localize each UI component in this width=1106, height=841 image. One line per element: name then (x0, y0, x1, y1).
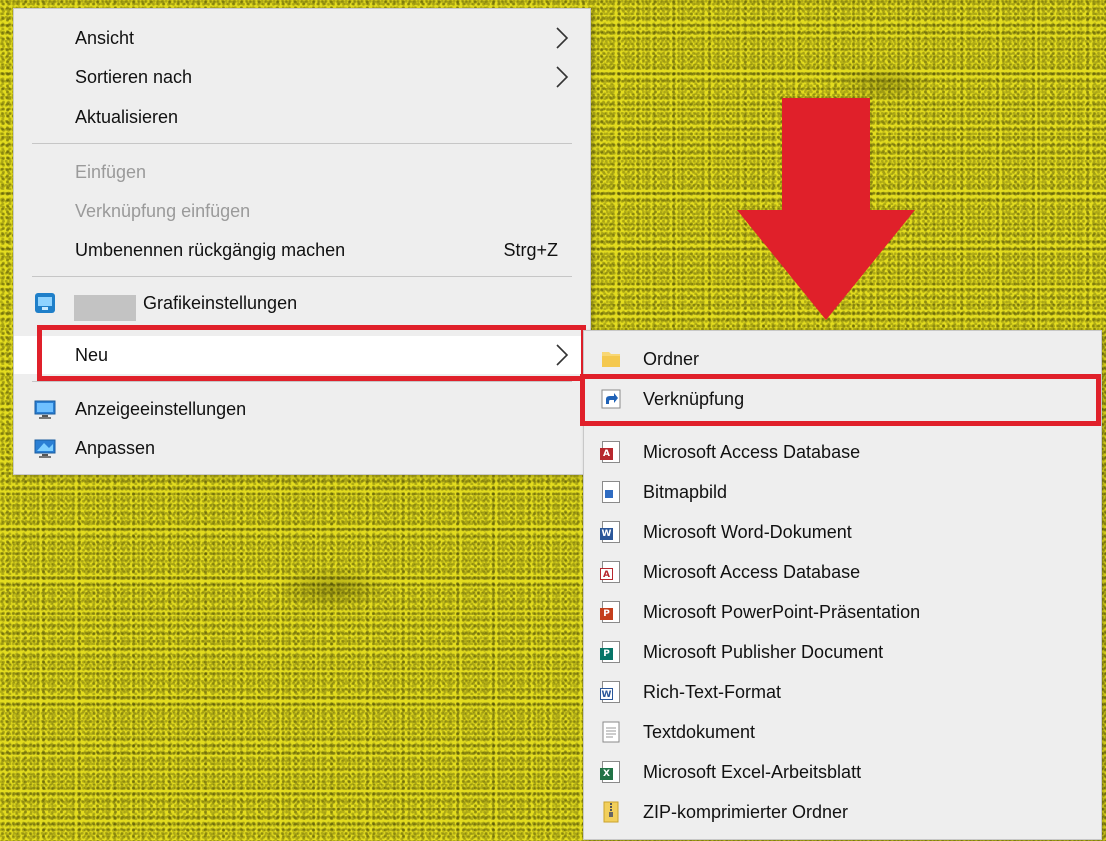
menu-item-label: Verknüpfung einfügen (75, 200, 251, 221)
submenu-item-powerpoint[interactable]: P Microsoft PowerPoint-Präsentation (584, 593, 1101, 631)
menu-item-label: ZIP-komprimierter Ordner (643, 801, 849, 822)
red-arrow-annotation (737, 98, 915, 320)
submenu-item-zip[interactable]: ZIP-komprimierter Ordner (584, 793, 1101, 831)
menu-item-label: Grafikeinstellungen (143, 292, 298, 313)
submenu-item-bitmapbild[interactable]: Bitmapbild (584, 473, 1101, 511)
submenu-item-excel[interactable]: X Microsoft Excel-Arbeitsblatt (584, 753, 1101, 791)
menu-separator (602, 425, 1083, 426)
menu-item-label: Textdokument (643, 721, 756, 742)
access-icon: A (600, 441, 622, 463)
access-icon: A (600, 561, 622, 583)
menu-item-label: Microsoft PowerPoint-Präsentation (643, 601, 921, 622)
personalize-icon (34, 439, 56, 458)
menu-item-label: Microsoft Access Database (643, 441, 861, 462)
menu-item-label: Bitmapbild (643, 481, 728, 502)
menu-item-einfuegen: Einfügen (14, 153, 590, 191)
menu-item-label: Microsoft Excel-Arbeitsblatt (643, 761, 862, 782)
menu-item-anzeigeeinstellungen[interactable]: Anzeigeeinstellungen (14, 390, 590, 428)
menu-item-label: Microsoft Access Database (643, 561, 861, 582)
chevron-right-icon (556, 27, 569, 49)
display-settings-icon (34, 400, 56, 419)
shortcut-icon (601, 389, 621, 409)
graphics-settings-icon (35, 293, 55, 313)
menu-item-anpassen[interactable]: Anpassen (14, 429, 590, 467)
menu-item-label: Ansicht (75, 27, 135, 48)
menu-item-label: Rich-Text-Format (643, 681, 782, 702)
bitmap-icon (600, 481, 622, 503)
chevron-right-icon (556, 344, 569, 366)
powerpoint-icon: P (600, 601, 622, 623)
desktop-context-menu: Ansicht Sortieren nach Aktualisieren Ein… (13, 8, 591, 475)
menu-item-label: Verknüpfung (643, 388, 745, 409)
menu-item-sortieren-nach[interactable]: Sortieren nach (14, 58, 590, 96)
menu-item-label: Microsoft Word-Dokument (643, 521, 852, 542)
zip-folder-icon (603, 801, 619, 823)
menu-item-label: Anzeigeeinstellungen (75, 398, 247, 419)
menu-item-label: Anpassen (75, 437, 156, 458)
menu-item-ansicht[interactable]: Ansicht (14, 19, 590, 57)
menu-item-umbenennen-rueckgaengig[interactable]: Umbenennen rückgängig machen Strg+Z (14, 231, 590, 269)
menu-item-shortcut: Strg+Z (503, 239, 558, 260)
chevron-right-icon (556, 66, 569, 88)
new-submenu: Ordner Verknüpfung A Microsoft Access Da… (583, 330, 1102, 840)
submenu-item-verknuepfung[interactable]: Verknüpfung (584, 380, 1101, 418)
redacted-vendor-name (74, 295, 136, 321)
text-document-icon (602, 721, 620, 743)
menu-item-label: Sortieren nach (75, 66, 193, 87)
menu-separator (32, 381, 572, 382)
submenu-item-access-database-2[interactable]: A Microsoft Access Database (584, 553, 1101, 591)
word-icon: W (600, 681, 622, 703)
menu-item-label: Einfügen (75, 161, 147, 182)
menu-item-grafikeinstellungen[interactable]: Grafikeinstellungen (14, 284, 590, 322)
menu-item-label: Neu (75, 344, 109, 365)
word-icon: W (600, 521, 622, 543)
folder-icon (602, 352, 620, 367)
menu-item-label: Aktualisieren (75, 106, 179, 127)
submenu-item-rich-text[interactable]: W Rich-Text-Format (584, 673, 1101, 711)
menu-separator (32, 143, 572, 144)
menu-separator (32, 276, 572, 277)
excel-icon: X (600, 761, 622, 783)
menu-item-verknuepfung-einfuegen: Verknüpfung einfügen (14, 192, 590, 230)
publisher-icon: P (600, 641, 622, 663)
submenu-item-ordner[interactable]: Ordner (584, 340, 1101, 378)
submenu-item-access-database[interactable]: A Microsoft Access Database (584, 433, 1101, 471)
submenu-item-textdokument[interactable]: Textdokument (584, 713, 1101, 751)
menu-item-label: Ordner (643, 348, 700, 369)
submenu-item-word-dokument[interactable]: W Microsoft Word-Dokument (584, 513, 1101, 551)
menu-item-label: Umbenennen rückgängig machen (75, 239, 346, 260)
menu-item-label: Microsoft Publisher Document (643, 641, 884, 662)
menu-item-neu[interactable]: Neu (14, 336, 590, 374)
submenu-item-publisher[interactable]: P Microsoft Publisher Document (584, 633, 1101, 671)
menu-item-aktualisieren[interactable]: Aktualisieren (14, 98, 590, 136)
